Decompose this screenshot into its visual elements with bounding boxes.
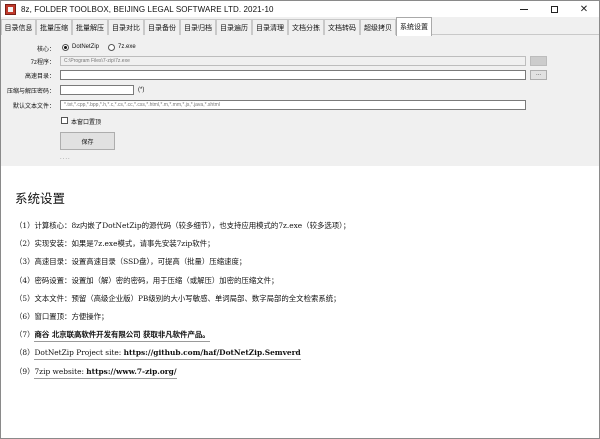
tab-document-transcode[interactable]: 文档转码 — [324, 19, 360, 35]
item-text: 文本文件：预留（高级企业版）PB级别的大小写敏感、单词局部、数字局部的全文检索系… — [34, 293, 341, 303]
app-window: 8z, FOLDER TOOLBOX, BEIJING LEGAL SOFTWA… — [0, 0, 600, 439]
tab-directory-backup[interactable]: 目录备份 — [144, 19, 180, 35]
item-text: 7zip website: — [34, 366, 87, 376]
help-item: （4）密码设置：设置加（解）密的密码，用于压缩（或解压）加密的压缩文件； — [15, 275, 585, 293]
title-bar: 8z, FOLDER TOOLBOX, BEIJING LEGAL SOFTWA… — [1, 1, 599, 17]
close-button[interactable]: ✕ — [569, 1, 599, 17]
tab-batch-extract[interactable]: 批量解压 — [72, 19, 108, 35]
item-text: DotNetZip Project site: — [34, 348, 124, 358]
password-field[interactable] — [60, 85, 134, 95]
help-item: （9）7zip website: https://www.7-zip.org/ — [15, 366, 585, 384]
tab-directory-info[interactable]: 目录信息 — [1, 19, 36, 35]
exe-path-label: 7z程序： — [30, 60, 55, 66]
item-number: （3） — [15, 257, 35, 267]
tab-label: 目录对比 — [112, 24, 140, 32]
help-item: （3）高速目录：设置高速目录（SSD盘），可提高（批量）压缩速度； — [15, 256, 585, 274]
item-number: （7） — [15, 330, 35, 340]
tab-label: 目录清理 — [256, 24, 284, 32]
help-item: （2）实现安装：如果是7z.exe模式，请事先安装7zip软件； — [15, 238, 585, 256]
status-dots: .... — [60, 155, 71, 161]
minimize-button[interactable] — [509, 1, 539, 17]
help-item: （5）文本文件：预留（高级企业版）PB级别的大小写敏感、单词局部、数字局部的全文… — [15, 293, 585, 311]
tab-label: 批量解压 — [76, 24, 104, 32]
help-list: （1）计算核心：8z内嵌了DotNetZip的源代码（较多细节），也支持应用模式… — [15, 220, 585, 384]
window-controls: ✕ — [509, 1, 599, 17]
cache-browse-button[interactable]: ... — [530, 70, 547, 80]
help-item: （1）计算核心：8z内嵌了DotNetZip的源代码（较多细节），也支持应用模式… — [15, 220, 585, 238]
help-item: （6）窗口置顶：方便操作； — [15, 311, 585, 329]
close-icon: ✕ — [579, 3, 589, 15]
item-number: （8） — [15, 348, 35, 358]
tab-label: 系统设置 — [400, 24, 428, 31]
item-number: （5） — [15, 293, 35, 303]
company-link[interactable]: 商谷 北京联高软件开发有限公司 获取非凡软件产品。 — [34, 330, 209, 339]
help-heading: 系统设置 — [15, 191, 66, 206]
7zip-link[interactable]: https://www.7-zip.org/ — [86, 367, 176, 376]
text-files-label: 默认文本文件： — [12, 104, 55, 110]
tab-label: 超级拷贝 — [364, 24, 392, 32]
maximize-button[interactable] — [539, 1, 569, 17]
item-text: 窗口置顶：方便操作； — [34, 311, 109, 321]
core-7z-label[interactable]: 7z.exe — [118, 44, 136, 50]
tab-label: 目录遍历 — [220, 24, 248, 32]
item-number: （2） — [15, 239, 35, 249]
tab-label: 批量压缩 — [40, 24, 68, 32]
item-text: 高速目录：设置高速目录（SSD盘），可提高（批量）压缩速度； — [34, 257, 247, 267]
cache-dir-field[interactable] — [60, 70, 526, 80]
help-item: （8）DotNetZip Project site: https://githu… — [15, 347, 585, 365]
core-dotnetzip-label[interactable]: DotNetZip — [72, 44, 99, 50]
maximize-icon — [550, 5, 558, 13]
tab-directory-traverse[interactable]: 目录遍历 — [216, 19, 252, 35]
tab-super-copy[interactable]: 超级拷贝 — [360, 19, 396, 35]
exe-browse-button[interactable] — [530, 56, 547, 66]
core-dotnetzip-radio[interactable] — [62, 44, 69, 51]
item-text: 计算核心：8z内嵌了DotNetZip的源代码（较多细节），也支持应用模式的7z… — [34, 221, 351, 230]
minimize-icon — [520, 8, 528, 10]
cache-dir-label: 高速目录： — [24, 74, 55, 80]
window-top-label[interactable]: 本窗口置顶 — [71, 117, 101, 126]
tab-directory-cleanup[interactable]: 目录清理 — [252, 19, 288, 35]
tab-document-sort[interactable]: 文档分拣 — [288, 19, 324, 35]
tab-label: 目录备份 — [148, 24, 176, 32]
password-label: 压缩与解压密码： — [6, 89, 55, 95]
save-button[interactable]: 保存 — [60, 132, 115, 150]
item-text: 密码设置：设置加（解）密的密码，用于压缩（或解压）加密的压缩文件； — [34, 275, 279, 285]
item-number: （4） — [15, 275, 35, 285]
tab-label: 目录归档 — [184, 24, 212, 32]
tab-directory-archive[interactable]: 目录归档 — [180, 19, 216, 35]
help-content: 系统设置 （1）计算核心：8z内嵌了DotNetZip的源代码（较多细节），也支… — [1, 166, 599, 438]
tab-label: 文档分拣 — [292, 24, 320, 32]
tab-label: 文档转码 — [328, 24, 356, 32]
exe-path-field[interactable]: C:\Program Files\7-zip\7z.exe — [60, 56, 526, 66]
item-text: 实现安装：如果是7z.exe模式，请事先安装7zip软件； — [34, 239, 215, 249]
window-title: 8z, FOLDER TOOLBOX, BEIJING LEGAL SOFTWA… — [21, 4, 274, 14]
settings-panel: 核心： DotNetZip 7z.exe 7z程序： C:\Program Fi… — [1, 35, 599, 166]
item-number: （1） — [15, 221, 35, 230]
item-number: （9） — [15, 366, 35, 376]
tab-label: 目录信息 — [4, 24, 33, 32]
tab-system-settings[interactable]: 系统设置 — [396, 17, 432, 36]
tab-strip: 目录信息 批量压缩 批量解压 目录对比 目录备份 目录归档 目录遍历 目录清理 … — [1, 17, 599, 36]
tab-batch-compress[interactable]: 批量压缩 — [36, 19, 72, 35]
item-number: （6） — [15, 311, 35, 321]
password-hint: (*) — [138, 87, 145, 93]
window-top-checkbox[interactable] — [61, 117, 68, 124]
tab-directory-compare[interactable]: 目录对比 — [108, 19, 144, 35]
text-files-field[interactable]: *.txt,*.cpp,*.bpp,*.h,*.c,*.cs,*.cc,*.cs… — [60, 100, 526, 110]
dotnetzip-link[interactable]: https://github.com/haf/DotNetZip.Semverd — [124, 348, 301, 357]
core-label: 核心： — [36, 47, 55, 53]
core-7z-radio[interactable] — [108, 44, 115, 51]
app-logo-icon — [5, 3, 16, 15]
help-item: （7）商谷 北京联高软件开发有限公司 获取非凡软件产品。 — [15, 329, 585, 347]
